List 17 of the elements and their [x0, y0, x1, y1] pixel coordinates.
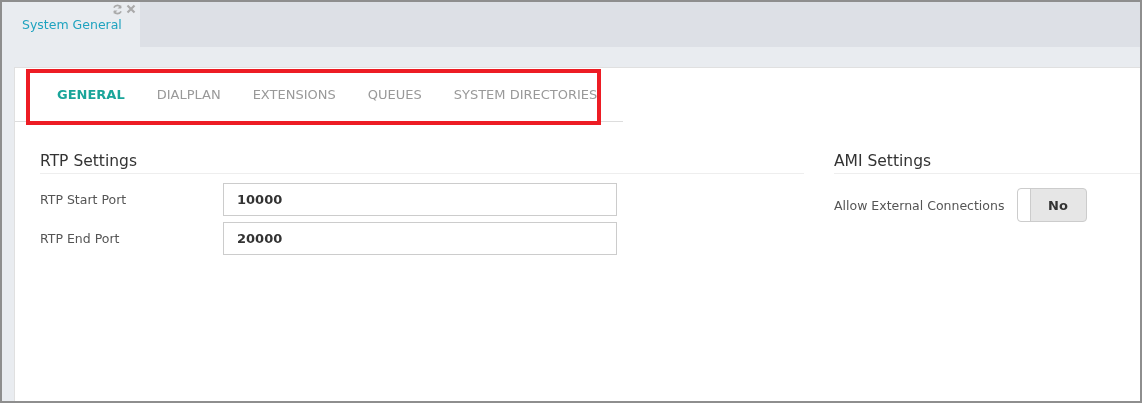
input-field[interactable]: 20000: [223, 222, 617, 255]
input-field[interactable]: 10000: [223, 183, 617, 216]
tab[interactable]: GENERAL: [41, 87, 141, 102]
field-label: RTP End Port: [40, 231, 121, 246]
section-title: RTP Settings: [40, 152, 804, 174]
tab[interactable]: DIALPLAN: [140, 87, 237, 102]
section-title: AMI Settings: [834, 152, 1140, 174]
toggle-switch[interactable]: No: [1017, 188, 1087, 222]
tab[interactable]: QUEUES: [351, 87, 438, 102]
tab[interactable]: EXTENSIONS: [236, 87, 352, 102]
window-tab[interactable]: System General: [2, 2, 140, 47]
tab[interactable]: SYSTEM DIRECTORIES: [437, 87, 614, 102]
field-label: Allow External Connections: [834, 197, 1006, 213]
window-tab-title: System General: [22, 17, 122, 32]
field-label: RTP Start Port: [40, 192, 128, 207]
close-icon[interactable]: [126, 4, 136, 14]
refresh-icon[interactable]: [112, 4, 123, 15]
